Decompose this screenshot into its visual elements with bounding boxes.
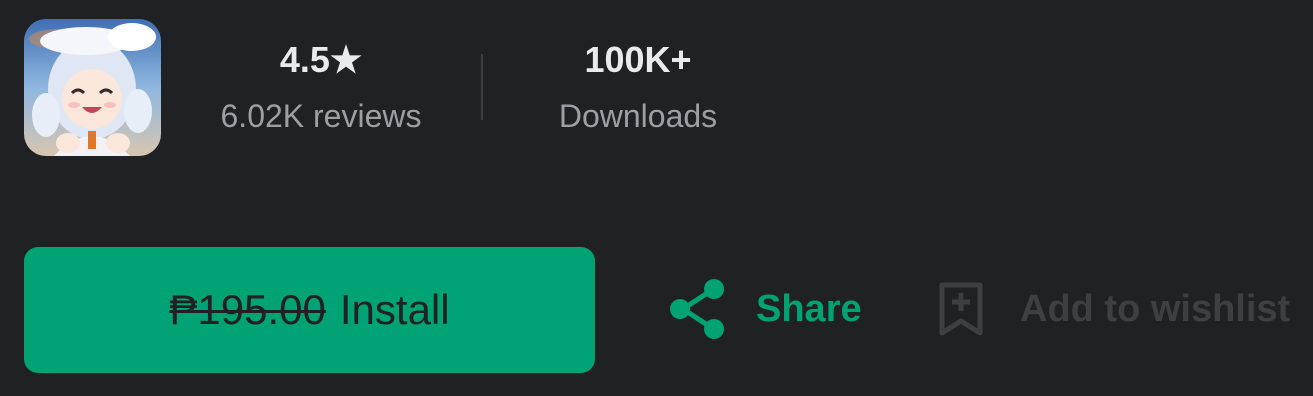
install-button[interactable]: ₱195.00 Install	[24, 247, 595, 373]
rating-value: 4.5	[279, 39, 330, 80]
share-label: Share	[756, 287, 862, 330]
star-icon: ★	[329, 39, 363, 80]
share-button[interactable]: Share	[668, 276, 862, 342]
rating-stat[interactable]: 4.5★ 6.02K reviews	[196, 38, 446, 136]
add-to-wishlist-button[interactable]: Add to wishlist	[938, 276, 1290, 342]
downloads-stat: 100K+ Downloads	[527, 38, 749, 136]
install-price: ₱195.00	[169, 286, 326, 333]
stat-divider	[481, 54, 483, 120]
wishlist-label: Add to wishlist	[1020, 287, 1291, 330]
bookmark-add-icon	[939, 282, 983, 336]
app-header: 4.5★ 6.02K reviews 100K+ Downloads ₱195.…	[0, 0, 1313, 396]
reviews-count: 6.02K reviews	[220, 98, 422, 134]
app-icon	[24, 19, 161, 156]
downloads-label: Downloads	[558, 98, 718, 134]
share-icon	[670, 279, 724, 339]
downloads-value: 100K+	[584, 39, 692, 80]
install-label: Install	[339, 286, 450, 333]
